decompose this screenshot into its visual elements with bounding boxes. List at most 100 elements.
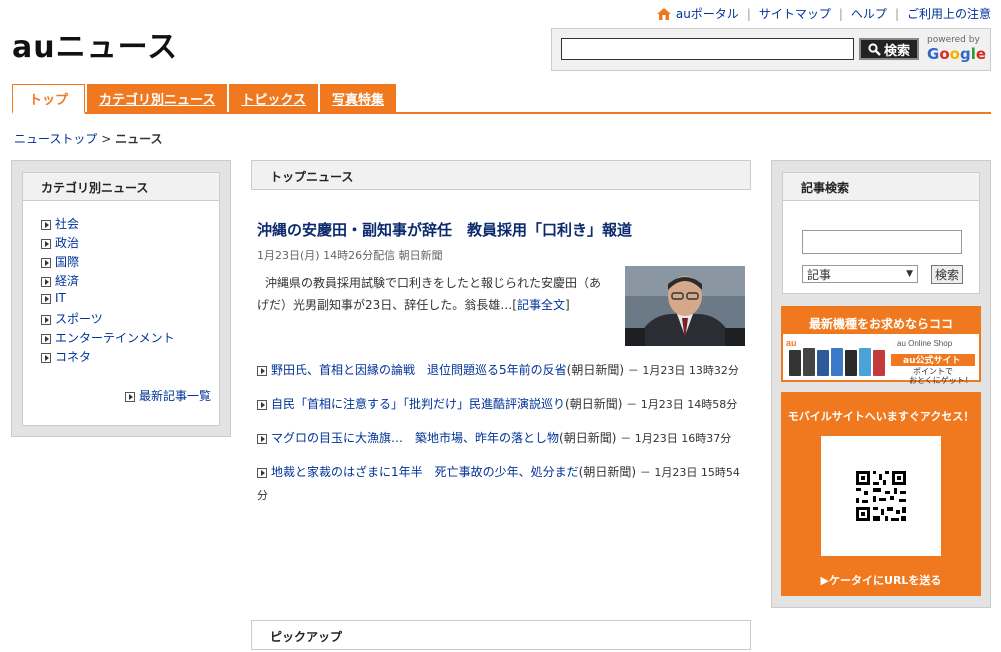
news-title-link[interactable]: 野田氏、首相と因縁の論戦 退位問題巡る5年前の反省 — [271, 363, 567, 377]
article-type-value: 記事 — [807, 267, 832, 282]
terms-link[interactable]: ご利用上の注意 — [907, 5, 991, 22]
qr-code-icon — [856, 471, 906, 521]
phones-lineup-image: au au Online Shop au公式サイト ポイントで おとくにゲット！ — [783, 334, 979, 385]
article-search-title: 記事検索 — [783, 173, 979, 201]
top-headline-meta: 1月23日(月) 14時26分配信 朝日新聞 — [257, 249, 443, 262]
category-list: 社会 政治 国際 経済 IT スポーツ エンターテインメント コネタ — [41, 215, 175, 367]
category-link[interactable]: 国際 — [55, 255, 79, 269]
arrow-icon — [41, 293, 51, 304]
article-search-input[interactable] — [802, 230, 962, 254]
tab-category-news[interactable]: カテゴリ別ニュース — [87, 84, 228, 112]
top-news-header: トップニュース — [251, 160, 751, 190]
category-item[interactable]: スポーツ — [41, 310, 175, 329]
article-search-box: 記事検索 記事 ▼ 検索 — [782, 172, 980, 294]
svg-text:au: au — [786, 338, 797, 348]
category-link[interactable]: スポーツ — [55, 312, 103, 326]
news-list-item[interactable]: 野田氏、首相と因縁の論戦 退位問題巡る5年前の反省(朝日新聞) － 1月23日 … — [257, 359, 747, 382]
top-headline-link[interactable]: 沖縄の安慶田・副知事が辞任 教員採用「口利き」報道 — [257, 219, 632, 240]
home-icon — [656, 7, 671, 20]
latest-articles-link[interactable]: 最新記事一覧 — [125, 387, 211, 404]
pickup-header: ピックアップ — [251, 620, 751, 650]
nav-separator: | — [746, 6, 751, 21]
news-source: (朝日新聞) — [565, 397, 623, 411]
news-list-item[interactable]: 地裁と家裁のはざまに1年半 死亡事故の少年、処分まだ(朝日新聞) － 1月23日… — [257, 461, 747, 507]
category-news-panel: カテゴリ別ニュース 社会 政治 国際 経済 IT スポーツ エンターテインメント… — [11, 160, 231, 437]
arrow-icon — [257, 433, 267, 444]
au-portal-link[interactable]: auポータル — [676, 5, 739, 22]
main-tabs: トップ カテゴリ別ニュース トピックス 写真特集 — [12, 84, 991, 114]
site-search-box: 検索 powered by Google — [551, 28, 991, 71]
category-item[interactable]: 政治 — [41, 234, 175, 253]
sitemap-link[interactable]: サイトマップ — [759, 5, 831, 22]
news-title-link[interactable]: 地裁と家裁のはざまに1年半 死亡事故の少年、処分まだ — [271, 465, 579, 479]
category-item[interactable]: IT — [41, 291, 175, 310]
nav-separator: | — [838, 6, 843, 21]
category-item[interactable]: コネタ — [41, 348, 175, 367]
person-photo-icon — [625, 266, 745, 346]
category-item[interactable]: 経済 — [41, 272, 175, 291]
arrow-right-icon: ▶ — [820, 574, 830, 587]
nav-separator: | — [894, 6, 899, 21]
site-search-input[interactable] — [561, 38, 854, 60]
category-link[interactable]: 政治 — [55, 236, 79, 250]
news-title-link[interactable]: マグロの目玉に大漁旗… 築地市場、昨年の落とし物 — [271, 431, 559, 445]
help-link[interactable]: ヘルプ — [851, 5, 887, 22]
qr-code — [821, 436, 941, 556]
category-news-box: カテゴリ別ニュース 社会 政治 国際 経済 IT スポーツ エンターテインメント… — [22, 172, 220, 426]
category-link[interactable]: IT — [55, 291, 66, 305]
arrow-icon — [41, 333, 51, 344]
site-search-button[interactable]: 検索 — [859, 38, 919, 60]
tab-photo-feature[interactable]: 写真特集 — [320, 84, 397, 112]
category-link[interactable]: エンターテインメント — [55, 331, 175, 345]
mobile-site-banner-title: モバイルサイトへいますぐアクセス！ — [787, 410, 975, 423]
latest-articles-label[interactable]: 最新記事一覧 — [139, 389, 211, 403]
category-item[interactable]: 国際 — [41, 253, 175, 272]
news-list-item[interactable]: マグロの目玉に大漁旗… 築地市場、昨年の落とし物(朝日新聞) － 1月23日 1… — [257, 427, 747, 450]
send-url-label: ケータイにURLを送る — [829, 574, 942, 587]
news-source: (朝日新聞) — [578, 465, 637, 479]
news-time: － 1月23日 16時37分 — [620, 432, 732, 445]
category-link[interactable]: 社会 — [55, 217, 79, 231]
arrow-icon — [41, 238, 51, 249]
news-source: (朝日新聞) — [566, 363, 625, 377]
category-item[interactable]: 社会 — [41, 215, 175, 234]
arrow-icon — [41, 352, 51, 363]
breadcrumb-separator: > — [101, 132, 116, 146]
breadcrumb-news-top[interactable]: ニューストップ — [14, 132, 97, 146]
category-item[interactable]: エンターテインメント — [41, 329, 175, 348]
dropdown-arrow-icon: ▼ — [906, 269, 913, 279]
arrow-icon — [257, 365, 267, 376]
latest-models-banner-title: 最新機種をお求めならココ — [808, 317, 953, 331]
arrow-icon — [257, 399, 267, 410]
au-official-site-label: au公式サイト — [903, 356, 961, 366]
tab-topics[interactable]: トピックス — [229, 84, 318, 112]
headline-photo[interactable] — [625, 266, 745, 346]
arrow-icon — [41, 314, 51, 325]
au-online-shop-banner[interactable]: 最新機種をお求めならココ au au Online Shop au公式サイト ポ… — [781, 306, 981, 385]
mobile-site-banner[interactable]: モバイルサイトへいますぐアクセス！ ▶ケータイにURLを送る — [781, 392, 981, 596]
google-logo: Google — [927, 45, 987, 63]
au-online-shop-label: au Online Shop — [897, 339, 953, 348]
au-news-logo[interactable]: auニュース — [12, 22, 178, 66]
article-search-button[interactable]: 検索 — [931, 265, 963, 284]
news-title-link[interactable]: 自民「首相に注意する」「批判だけ」民進酷評演説巡り — [271, 397, 565, 411]
news-list-item[interactable]: 自民「首相に注意する」「批判だけ」民進酷評演説巡り(朝日新聞) － 1月23日 … — [257, 393, 747, 416]
tab-top[interactable]: トップ — [12, 84, 86, 114]
read-full-article-link[interactable]: 記事全文 — [517, 298, 565, 312]
arrow-icon — [257, 467, 267, 478]
arrow-icon — [41, 276, 51, 287]
news-time: － 1月23日 14時58分 — [626, 398, 738, 411]
category-link[interactable]: 経済 — [55, 274, 79, 288]
article-type-select[interactable]: 記事 ▼ — [802, 265, 918, 283]
site-search-button-label: 検索 — [883, 43, 910, 59]
send-url-to-phone-link[interactable]: ▶ケータイにURLを送る — [781, 572, 981, 588]
news-source: (朝日新聞) — [559, 431, 617, 445]
category-link[interactable]: コネタ — [55, 350, 91, 364]
arrow-icon — [125, 391, 135, 402]
top-news-list: 野田氏、首相と因縁の論戦 退位問題巡る5年前の反省(朝日新聞) － 1月23日 … — [257, 359, 747, 518]
arrow-icon — [41, 219, 51, 230]
top-utility-nav: auポータル | サイトマップ | ヘルプ | ご利用上の注意 — [656, 5, 991, 22]
great-deal-label: おとくにゲット！ — [909, 376, 973, 385]
news-time: － 1月23日 13時32分 — [627, 364, 739, 377]
category-news-title: カテゴリ別ニュース — [23, 173, 219, 201]
